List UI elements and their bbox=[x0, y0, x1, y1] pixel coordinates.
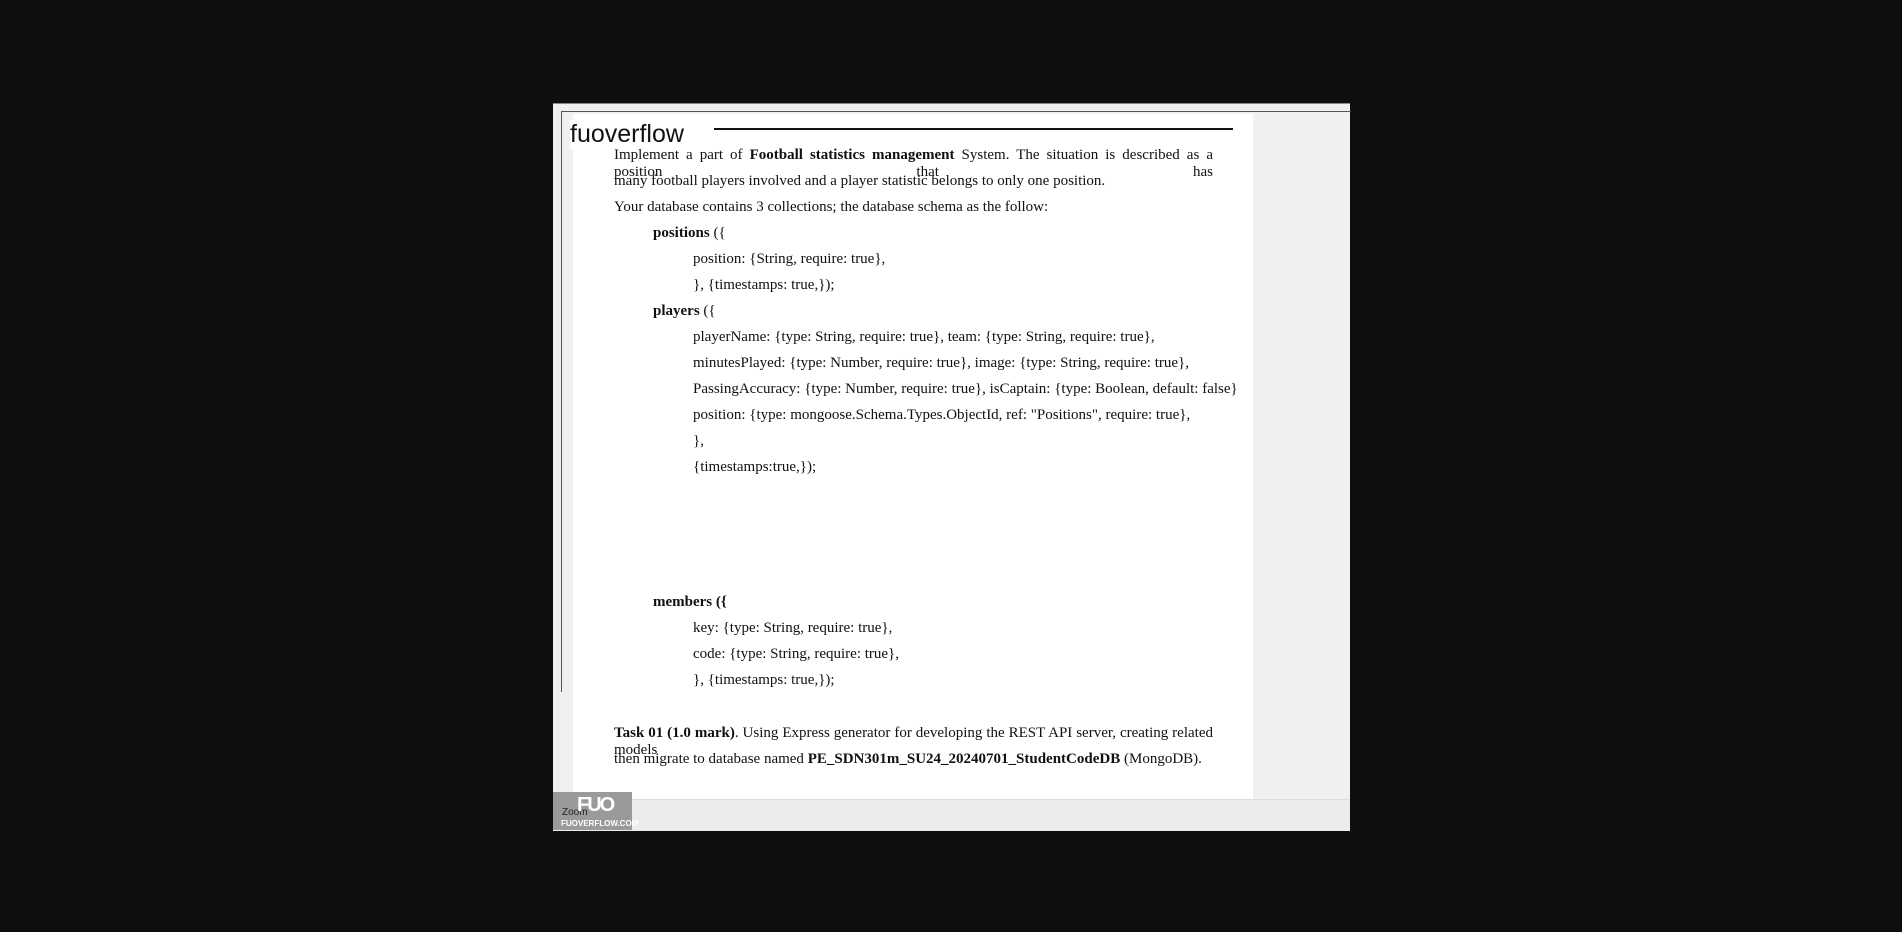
collection-name: players bbox=[653, 303, 700, 319]
text: then migrate to database named bbox=[614, 751, 808, 767]
intro-line-3: Your database contains 3 collections; th… bbox=[614, 199, 1049, 215]
collection-name: positions bbox=[653, 225, 710, 241]
header-rule bbox=[714, 128, 1233, 130]
schema-line: position: {type: mongoose.Schema.Types.O… bbox=[693, 407, 1191, 423]
watermark-logo: Zoom FUO FUOVERFLOW.COM bbox=[553, 792, 638, 830]
players-heading: players ({ bbox=[653, 303, 716, 320]
members-heading: members ({ bbox=[653, 594, 727, 610]
schema-line: PassingAccuracy: {type: Number, require:… bbox=[693, 381, 1238, 397]
schema-line: minutesPlayed: {type: Number, require: t… bbox=[693, 355, 1189, 371]
document-viewer: Implement a part of Football statistics … bbox=[553, 103, 1351, 831]
text: Implement a part of bbox=[614, 147, 750, 163]
schema-line: playerName: {type: String, require: true… bbox=[693, 329, 1155, 345]
intro-line-2: many football players involved and a pla… bbox=[614, 173, 1106, 189]
bottom-toolbar bbox=[553, 799, 1350, 831]
schema-line: key: {type: String, require: true}, bbox=[693, 620, 893, 636]
site-title: fuoverflow bbox=[570, 120, 688, 149]
text: ({ bbox=[709, 225, 726, 241]
document-page: Implement a part of Football statistics … bbox=[573, 114, 1253, 799]
text: ({ bbox=[699, 303, 716, 319]
schema-line: }, bbox=[693, 433, 704, 449]
schema-line: code: {type: String, require: true}, bbox=[693, 646, 900, 662]
schema-line: }, {timestamps: true,}); bbox=[693, 672, 835, 688]
schema-line: position: {String, require: true}, bbox=[693, 251, 886, 267]
schema-line: {timestamps:true,}); bbox=[693, 459, 817, 475]
positions-heading: positions ({ bbox=[653, 225, 726, 242]
schema-line: }, {timestamps: true,}); bbox=[693, 277, 835, 293]
logo-text: FUO bbox=[577, 794, 615, 816]
database-name: PE_SDN301m_SU24_20240701_StudentCodeDB bbox=[807, 751, 1121, 767]
system-name: Football statistics management bbox=[749, 147, 955, 163]
task-line-2: then migrate to database named PE_SDN301… bbox=[614, 751, 1202, 768]
text: (MongoDB). bbox=[1120, 751, 1202, 767]
task-label: Task 01 (1.0 mark) bbox=[614, 725, 735, 741]
logo-site: FUOVERFLOW.COM bbox=[561, 819, 639, 828]
